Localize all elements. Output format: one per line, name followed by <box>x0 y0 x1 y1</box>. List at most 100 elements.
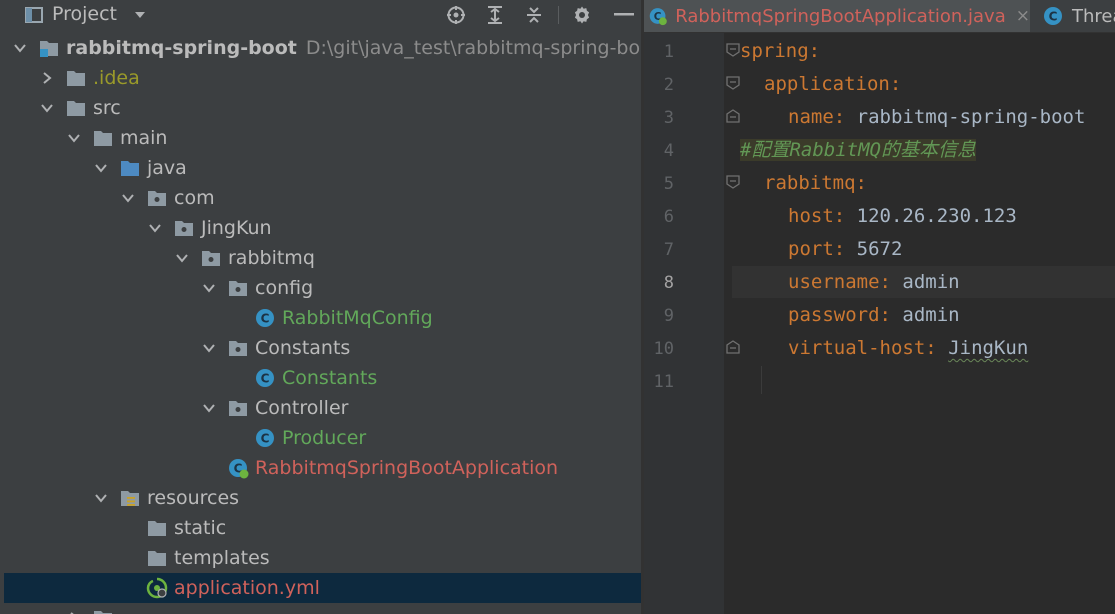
tree-item-label: RabbitmqSpringBootApplication <box>255 457 559 479</box>
tree-item-main[interactable]: main <box>4 123 641 153</box>
tree-item-label: Controller <box>255 397 349 419</box>
package-icon <box>200 247 222 269</box>
chevron-right-icon[interactable] <box>66 610 82 614</box>
collapse-all-icon[interactable] <box>524 5 544 25</box>
tree-item-config[interactable]: config <box>4 273 641 303</box>
yaml-key: password <box>788 304 880 326</box>
yaml-key: host <box>788 205 834 227</box>
source-folder-icon <box>119 157 141 179</box>
tree-item-application-yml[interactable]: application.yml <box>4 573 641 603</box>
project-panel: Project rabbitmq-spring-boot D:\git\java… <box>0 0 641 614</box>
tree-item-jingkun[interactable]: JingKun <box>4 213 641 243</box>
chevron-down-icon[interactable] <box>174 250 190 266</box>
folder-icon <box>65 97 87 119</box>
yaml-value: admin <box>890 304 960 326</box>
class-icon: C <box>254 427 276 449</box>
chevron-down-icon[interactable] <box>93 490 109 506</box>
fold-marker-icon[interactable] <box>726 43 740 57</box>
class-icon: C <box>1044 7 1062 25</box>
code-line-9[interactable]: password: admin <box>788 301 960 329</box>
yaml-key: username <box>788 271 880 293</box>
class-icon: C <box>254 367 276 389</box>
editor-pane: C RabbitmqSpringBootApplication.java × C… <box>644 0 1115 614</box>
tree-item-java[interactable]: java <box>4 153 641 183</box>
tab-threa[interactable]: C Threa <box>1042 0 1115 32</box>
chevron-down-icon[interactable] <box>132 7 148 23</box>
locate-file-icon[interactable] <box>446 5 466 25</box>
tree-item-label: Constants <box>255 337 351 359</box>
chevron-down-icon[interactable] <box>201 340 217 356</box>
tree-item-application-class[interactable]: C RabbitmqSpringBootApplication <box>4 453 641 483</box>
yaml-key: port <box>788 238 834 260</box>
indent-guide <box>761 366 762 394</box>
svg-text:C: C <box>1049 10 1058 24</box>
tree-item-label: config <box>255 277 314 299</box>
code-line-10[interactable]: virtual-host: JingKun <box>788 334 1028 362</box>
chevron-down-icon[interactable] <box>93 160 109 176</box>
spring-boot-class-icon: C <box>227 457 249 479</box>
yaml-key: name <box>788 106 834 128</box>
project-view-selector[interactable]: Project <box>52 3 117 25</box>
fold-marker-icon[interactable] <box>726 76 740 90</box>
code-line-6[interactable]: host: 120.26.230.123 <box>788 202 1017 230</box>
folder-icon <box>146 517 168 539</box>
minimize-icon[interactable] <box>614 13 634 17</box>
tree-item-templates[interactable]: templates <box>4 543 641 573</box>
yaml-comment: #配置RabbitMQ的基本信息 <box>740 139 976 161</box>
tree-item-rabbitmq[interactable]: rabbitmq <box>4 243 641 273</box>
code-line-3[interactable]: name: rabbitmq-spring-boot <box>788 103 1085 131</box>
tree-item-idea[interactable]: .idea <box>4 63 641 93</box>
close-icon[interactable]: × <box>1016 6 1030 26</box>
tree-item-label: Constants <box>282 367 378 389</box>
gear-icon[interactable] <box>572 5 592 25</box>
tree-item-src[interactable]: src <box>4 93 641 123</box>
fold-marker-icon[interactable] <box>726 175 740 189</box>
chevron-down-icon[interactable] <box>66 130 82 146</box>
tree-item-static[interactable]: static <box>4 513 641 543</box>
tree-item-label: application.yml <box>174 577 320 599</box>
tree-item-controller[interactable]: Controller <box>4 393 641 423</box>
code-line-1[interactable]: spring: <box>740 37 820 65</box>
fold-end-marker-icon[interactable] <box>726 109 740 123</box>
tree-item-label: src <box>93 97 121 119</box>
yaml-key: spring <box>740 40 809 62</box>
tree-item-label: static <box>174 517 227 539</box>
yaml-value: 5672 <box>845 238 903 260</box>
yaml-colon: : <box>879 304 891 326</box>
tree-item-com[interactable]: com <box>4 183 641 213</box>
yaml-key: rabbitmq <box>764 172 856 194</box>
expand-all-icon[interactable] <box>485 5 505 25</box>
tree-item-rabbitmqconfig[interactable]: C RabbitMqConfig <box>4 303 641 333</box>
package-icon <box>173 217 195 239</box>
tab-rabbitmqspringbootapplication[interactable]: C RabbitmqSpringBootApplication.java × <box>644 0 1030 32</box>
yaml-key: virtual-host <box>788 337 926 359</box>
tree-item-partial[interactable] <box>4 603 641 614</box>
package-icon <box>227 337 249 359</box>
line-number: 8 <box>663 273 674 293</box>
tree-item-resources[interactable]: resources <box>4 483 641 513</box>
tree-item-constants-package[interactable]: Constants <box>4 333 641 363</box>
chevron-right-icon[interactable] <box>39 70 55 86</box>
chevron-down-icon[interactable] <box>201 280 217 296</box>
code-line-8[interactable]: username: admin <box>788 268 960 296</box>
code-line-4[interactable]: #配置RabbitMQ的基本信息 <box>740 136 976 164</box>
code-line-2[interactable]: application: <box>764 70 901 98</box>
chevron-down-icon[interactable] <box>39 100 55 116</box>
tree-item-constants-class[interactable]: C Constants <box>4 363 641 393</box>
chevron-down-icon[interactable] <box>12 40 28 56</box>
line-number: 1 <box>663 42 674 62</box>
folder-icon <box>146 547 168 569</box>
tree-item-label: JingKun <box>201 217 272 239</box>
tree-item-producer[interactable]: C Producer <box>4 423 641 453</box>
chevron-down-icon[interactable] <box>147 220 163 236</box>
tree-item-module[interactable]: rabbitmq-spring-boot D:\git\java_test\ra… <box>4 33 641 63</box>
chevron-down-icon[interactable] <box>120 190 136 206</box>
line-number: 3 <box>663 108 674 128</box>
code-line-7[interactable]: port: 5672 <box>788 235 902 263</box>
spring-boot-class-icon: C <box>649 8 667 26</box>
tree-item-label: .idea <box>93 67 140 89</box>
code-line-5[interactable]: rabbitmq: <box>764 169 867 197</box>
chevron-down-icon[interactable] <box>201 400 217 416</box>
yaml-colon: : <box>833 205 846 227</box>
fold-end-marker-icon[interactable] <box>726 340 740 354</box>
